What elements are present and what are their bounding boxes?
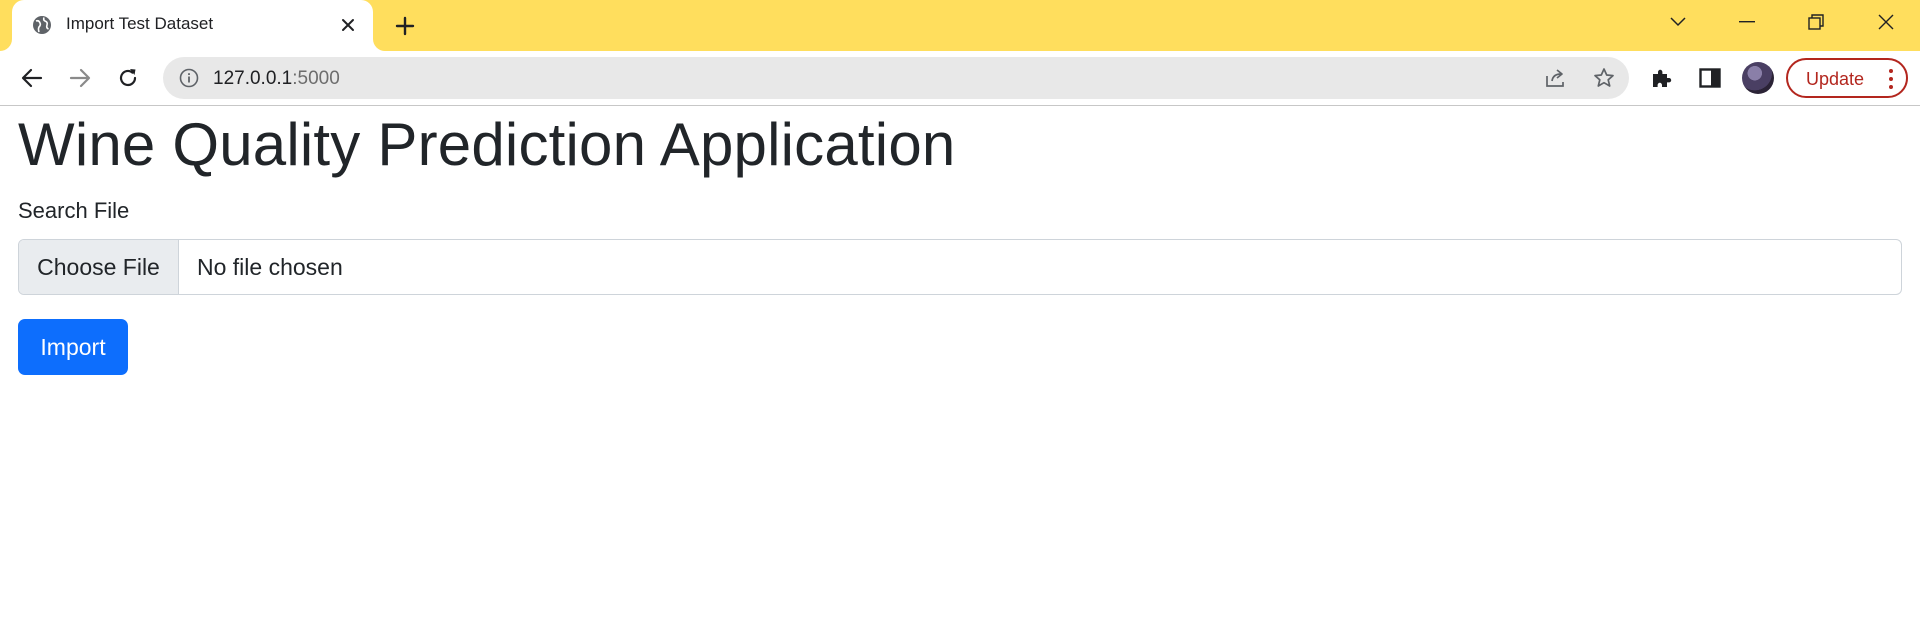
reload-button[interactable] [110, 60, 146, 96]
tab-search-button[interactable] [1658, 8, 1698, 36]
address-bar[interactable]: 127.0.0.1:5000 [163, 57, 1629, 99]
side-panel-icon [1699, 68, 1721, 88]
bookmark-star-icon[interactable] [1593, 67, 1615, 89]
forward-button[interactable] [62, 60, 98, 96]
minimize-button[interactable] [1727, 8, 1767, 36]
restore-button[interactable] [1796, 8, 1836, 36]
extensions-button[interactable] [1643, 60, 1679, 96]
info-icon[interactable] [179, 68, 199, 88]
side-panel-button[interactable] [1692, 60, 1728, 96]
url-host: 127.0.0.1 [213, 68, 293, 89]
file-input[interactable]: Choose File No file chosen [18, 239, 1902, 295]
puzzle-icon [1653, 69, 1672, 87]
close-icon [1878, 14, 1894, 30]
profile-avatar[interactable] [1742, 62, 1774, 94]
browser-tab[interactable]: Import Test Dataset [12, 0, 373, 51]
page-title: Wine Quality Prediction Application [18, 111, 956, 178]
share-icon[interactable] [1545, 67, 1567, 89]
minimize-icon [1739, 21, 1755, 23]
chevron-down-icon [1670, 17, 1686, 27]
arrow-right-icon [69, 68, 91, 88]
update-label: Update [1806, 69, 1865, 89]
tab-title: Import Test Dataset [66, 14, 214, 33]
plus-icon [395, 16, 415, 36]
back-button[interactable] [14, 60, 50, 96]
choose-file-button[interactable]: Choose File [19, 240, 179, 294]
url-port: :5000 [292, 68, 340, 89]
file-status-text: No file chosen [197, 254, 343, 280]
globe-icon [32, 15, 52, 35]
restore-icon [1808, 14, 1824, 30]
url-text: 127.0.0.1:5000 [213, 68, 340, 90]
new-tab-button[interactable] [388, 13, 422, 39]
file-label: Search File [18, 198, 130, 223]
import-button[interactable]: Import [18, 319, 128, 375]
reload-icon [119, 69, 137, 87]
close-tab-icon[interactable] [338, 15, 358, 35]
close-window-button[interactable] [1866, 8, 1906, 36]
browser-toolbar: 127.0.0.1:5000 Update [0, 51, 1920, 106]
tab-strip: Import Test Dataset [0, 0, 1920, 51]
update-button[interactable]: Update [1786, 58, 1908, 98]
more-vert-icon [1888, 69, 1894, 89]
arrow-left-icon [21, 68, 43, 88]
